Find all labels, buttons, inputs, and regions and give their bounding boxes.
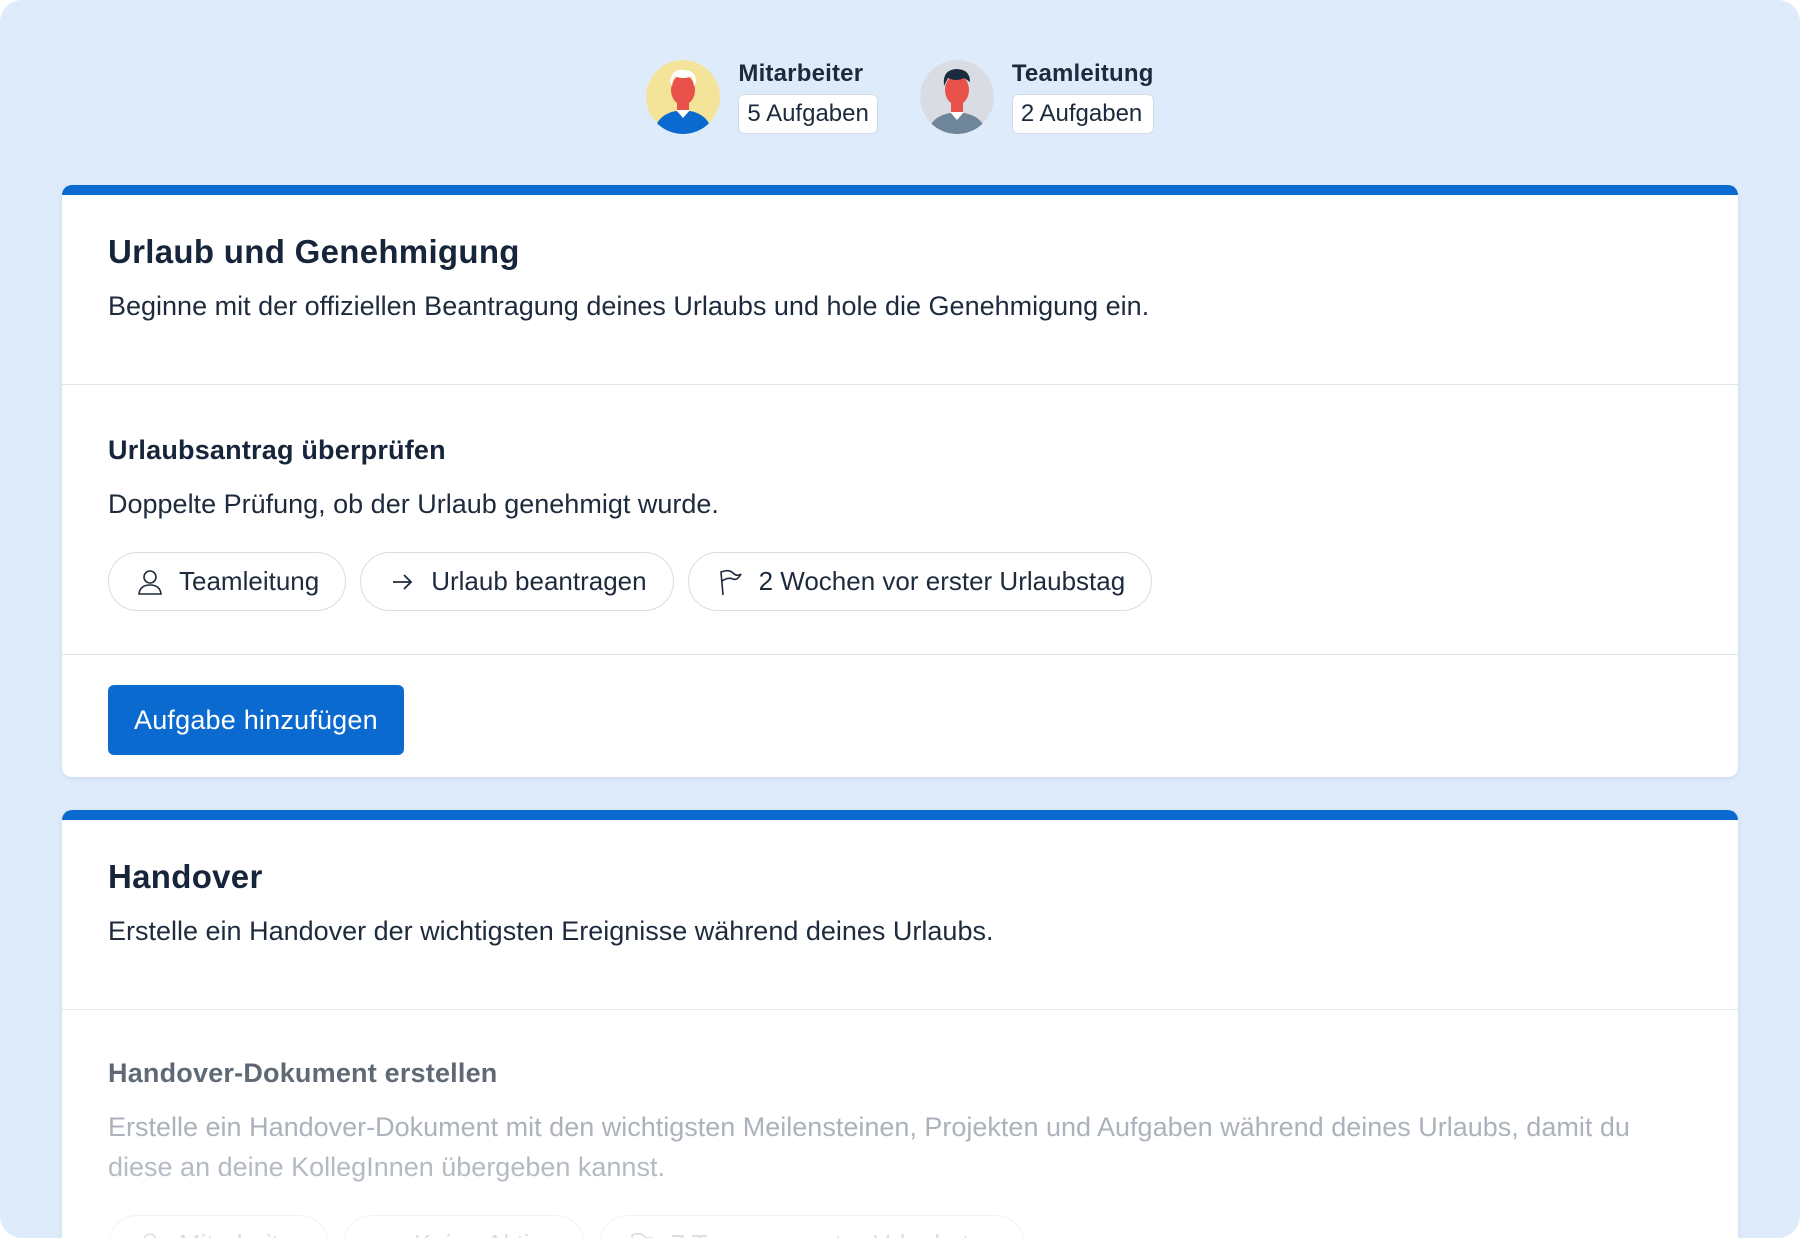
task-count-badge: 2 Aufgaben: [1011, 94, 1154, 134]
task-chips: Teamleitung Urlaub beantragen 2 Wochen v…: [108, 552, 1692, 611]
chip-deadline[interactable]: 7 Tage vor erster Urlaubstag: [599, 1215, 1025, 1238]
section-card-vacation: Urlaub und Genehmigung Beginne mit der o…: [62, 185, 1738, 777]
section-header: Urlaub und Genehmigung Beginne mit der o…: [62, 195, 1738, 385]
task-title: Urlaubsantrag überprüfen: [108, 435, 446, 465]
user-icon: [138, 569, 162, 595]
team-lead-avatar: [919, 60, 994, 134]
user-icon: [143, 1232, 157, 1238]
section-description: Beginne mit der offiziellen Beantragung …: [108, 291, 1150, 321]
task-description: Doppelte Prüfung, ob der Urlaub genehmig…: [108, 489, 719, 519]
employee-avatar: [646, 60, 721, 134]
section-title: Handover: [108, 858, 263, 895]
chip-deadline[interactable]: 2 Wochen vor erster Urlaubstag: [687, 552, 1153, 611]
chip-label: Keine Aktion: [414, 1229, 559, 1238]
flag-icon: [719, 569, 742, 595]
chip-assignee[interactable]: Teamleitung: [108, 552, 347, 611]
chip-action[interactable]: Urlaub beantragen: [360, 552, 674, 611]
flag-icon: [631, 1232, 654, 1238]
task-title: Handover-Dokument erstellen: [108, 1058, 498, 1088]
role-name: Teamleitung: [1011, 60, 1154, 87]
page-frame: Mitarbeiter 5 Aufgaben Teamleitung 2 Auf…: [0, 0, 1800, 1238]
chip-label: Teamleitung: [179, 566, 320, 596]
card-accent-bar: [62, 185, 1738, 195]
card-accent-bar: [62, 810, 1738, 820]
task-item[interactable]: Handover-Dokument erstellen Erstelle ein…: [62, 1010, 1738, 1238]
chip-label: 7 Tage vor erster Urlaubstag: [670, 1229, 998, 1238]
task-description: Erstelle ein Handover-Dokument mit den w…: [108, 1112, 1630, 1182]
section-header: Handover Erstelle ein Handover der wicht…: [62, 820, 1738, 1010]
chip-action[interactable]: Keine Aktion: [342, 1215, 586, 1238]
role-team-lead[interactable]: Teamleitung 2 Aufgaben: [919, 60, 1154, 134]
role-name: Mitarbeiter: [738, 60, 864, 87]
arrow-right-icon: [393, 573, 413, 590]
arrow-right-icon: [386, 1236, 389, 1238]
task-count-badge: 5 Aufgaben: [738, 94, 878, 134]
chip-assignee[interactable]: Mitarbeiter: [108, 1215, 329, 1238]
section-footer: Aufgabe hinzufügen: [62, 655, 1738, 777]
chip-label: Mitarbeiter: [179, 1229, 302, 1238]
chip-label: Urlaub beantragen: [431, 566, 647, 596]
section-title: Urlaub und Genehmigung: [108, 233, 520, 270]
add-task-button[interactable]: Aufgabe hinzufügen: [108, 685, 404, 755]
section-card-handover: Handover Erstelle ein Handover der wicht…: [62, 810, 1738, 1238]
task-item[interactable]: Urlaubsantrag überprüfen Doppelte Prüfun…: [62, 385, 1738, 655]
chip-label: 2 Wochen vor erster Urlaubstag: [758, 566, 1126, 596]
task-chips: Mitarbeiter Keine Aktion 7 Tage vor erst…: [108, 1215, 1692, 1238]
section-description: Erstelle ein Handover der wichtigsten Er…: [108, 916, 994, 946]
role-summary: Mitarbeiter 5 Aufgaben Teamleitung 2 Auf…: [0, 60, 1800, 134]
role-employee[interactable]: Mitarbeiter 5 Aufgaben: [646, 60, 878, 134]
